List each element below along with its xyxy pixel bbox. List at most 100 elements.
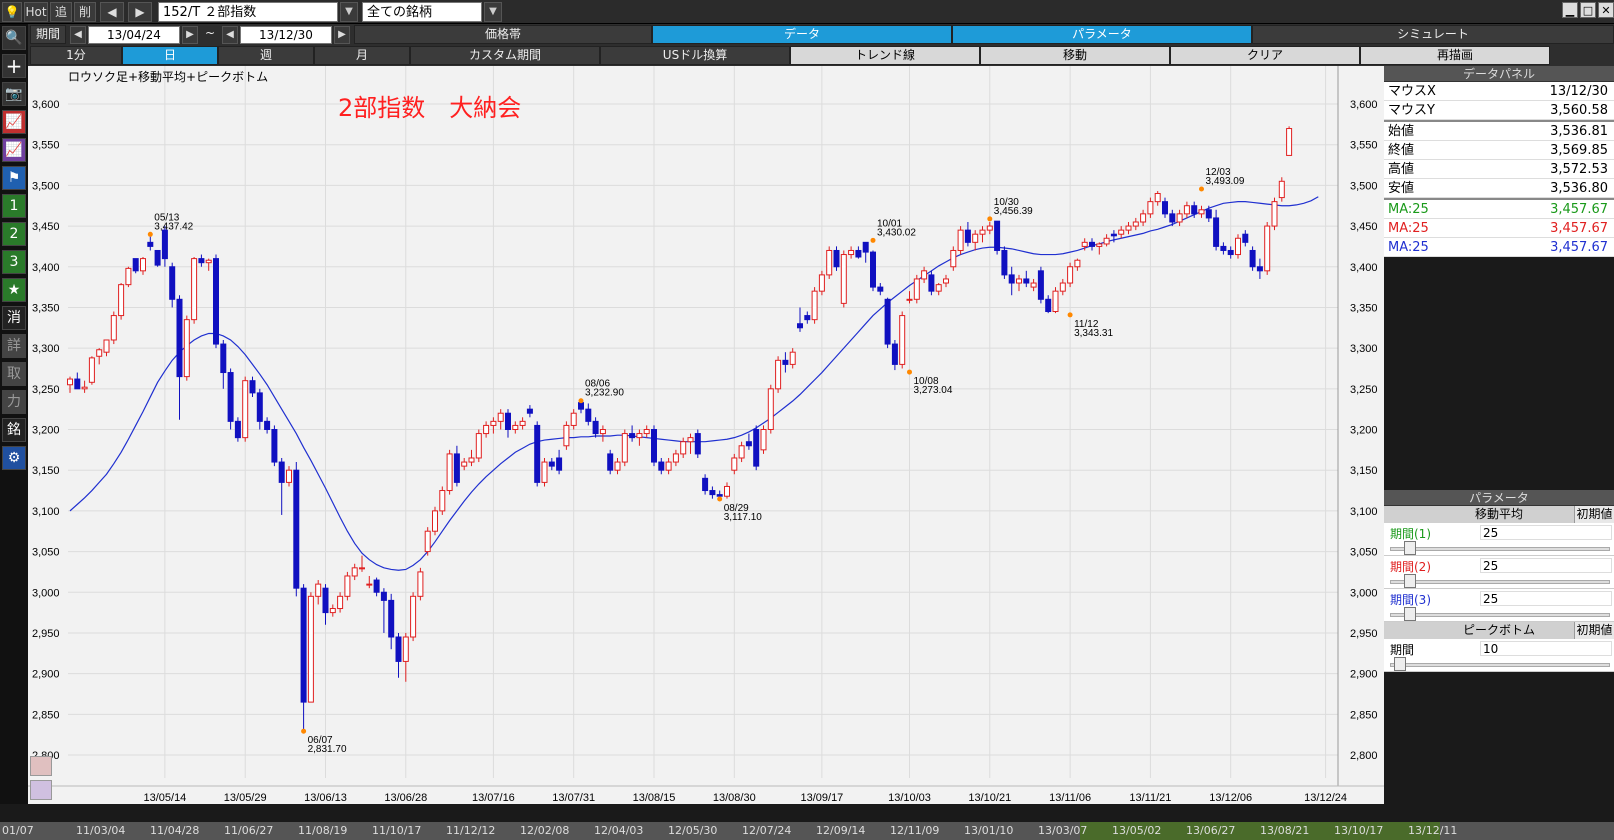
candle-body (1140, 213, 1147, 223)
stock-button[interactable]: 銘 (2, 418, 26, 442)
layout-2-button[interactable]: 2 (2, 222, 26, 246)
minimize-icon[interactable]: ▁ (1562, 2, 1578, 18)
open-value: 3,536.81 (1550, 124, 1608, 139)
peak-init-button[interactable]: 初期値 (1574, 622, 1614, 639)
hot-button[interactable]: Hot (24, 2, 48, 22)
high-label: 高値 (1388, 162, 1415, 177)
tab-data[interactable]: データ (652, 25, 952, 44)
move-button[interactable]: 移動 (980, 46, 1170, 65)
candle-body (716, 494, 723, 497)
to-next-icon[interactable]: ▶ (334, 26, 350, 44)
from-prev-icon[interactable]: ◀ (70, 26, 86, 44)
close-icon[interactable]: ✕ (1598, 2, 1614, 18)
period3-input[interactable]: 25 (1480, 591, 1612, 606)
layout-1-button[interactable]: 1 (2, 194, 26, 218)
trend-line-button[interactable]: トレンド線 (790, 46, 980, 65)
search-icon[interactable]: 🔍 (2, 26, 26, 50)
mini-chart-purple-icon[interactable] (30, 780, 52, 800)
candle-body (461, 461, 468, 467)
flag-icon[interactable]: ⚑ (2, 166, 26, 190)
star-icon[interactable]: ★ (2, 278, 26, 302)
maximize-icon[interactable]: □ (1580, 2, 1596, 18)
candle-body (957, 229, 964, 251)
add-button[interactable]: 追 (50, 2, 72, 22)
candle-body (1008, 274, 1015, 284)
period3-param: 期間(3) 25 (1384, 589, 1614, 622)
tilde-label: ~ (204, 26, 216, 40)
from-next-icon[interactable]: ▶ (182, 26, 198, 44)
y-tick-label-right: 3,350 (1350, 302, 1378, 314)
chart-subtitle: ロウソク足+移動平均+ピークボトム (68, 70, 269, 84)
ma3-label: MA:25 (1388, 240, 1429, 255)
period2-slider-thumb[interactable] (1404, 574, 1416, 588)
candle-body (789, 351, 796, 365)
timeline-date-label: 12/09/14 (816, 824, 866, 837)
candle-body (578, 402, 584, 410)
erase-button[interactable]: 消 (2, 306, 26, 330)
timeline-date-label: 12/11/09 (890, 824, 940, 837)
code-dropdown-icon[interactable]: ▼ (340, 2, 358, 22)
candle-body (402, 636, 409, 662)
candlestick-chart[interactable]: 2,8002,8002,8502,8502,9002,9002,9502,950… (28, 66, 1384, 804)
chart-area[interactable]: 2,8002,8002,8502,8502,9002,9002,9502,950… (28, 66, 1384, 804)
tab-daily[interactable]: 日 (122, 46, 218, 65)
y-tick-label-right: 2,800 (1350, 750, 1378, 762)
clear-button[interactable]: クリア (1170, 46, 1360, 65)
candle-body (607, 453, 614, 471)
peak-slider-track[interactable] (1390, 663, 1610, 667)
delete-button[interactable]: 削 (74, 2, 96, 22)
from-date-field[interactable]: 13/04/24 (88, 26, 180, 44)
prev-arrow-icon[interactable]: ◀ (100, 2, 124, 22)
tab-parameter[interactable]: パラメータ (952, 25, 1252, 44)
candle-body (424, 530, 431, 553)
to-prev-icon[interactable]: ◀ (222, 26, 238, 44)
tab-simulate[interactable]: シミュレート (1252, 25, 1614, 44)
tab-custom-period[interactable]: カスタム期間 (410, 46, 600, 65)
candle-body (855, 249, 862, 258)
window-controls: ▁ □ ✕ (1560, 2, 1614, 18)
tab-price-band[interactable]: 価格帯 (354, 25, 652, 44)
plus-icon[interactable]: + (2, 54, 26, 78)
period3-slider-track[interactable] (1390, 613, 1610, 617)
next-arrow-icon[interactable]: ▶ (128, 2, 152, 22)
candle-body (548, 461, 555, 467)
candle-body (848, 249, 855, 256)
candle-body (417, 571, 424, 597)
period1-input[interactable]: 25 (1480, 525, 1612, 540)
code-field[interactable]: 152/T ２部指数 (158, 2, 338, 22)
candle-body (979, 229, 986, 235)
period2-input[interactable]: 25 (1480, 558, 1612, 573)
candle-body (1147, 201, 1154, 215)
power-button[interactable]: 力 (2, 390, 26, 414)
camera-icon[interactable]: 📷 (2, 82, 26, 106)
tab-1min[interactable]: 1分 (30, 46, 122, 65)
filter-dropdown-icon[interactable]: ▼ (484, 2, 502, 22)
redraw-button[interactable]: 再描画 (1360, 46, 1550, 65)
mini-chart-red-icon[interactable] (30, 756, 52, 776)
period3-slider-thumb[interactable] (1404, 607, 1416, 621)
chart-red-icon[interactable]: 📈 (2, 110, 26, 134)
chart-purple-icon[interactable]: 📈 (2, 138, 26, 162)
trade-button[interactable]: 取 (2, 362, 26, 386)
period2-param: 期間(2) 25 (1384, 556, 1614, 589)
tab-usd[interactable]: USドル換算 (600, 46, 790, 65)
candle-body (1103, 237, 1110, 245)
ma-init-button[interactable]: 初期値 (1574, 506, 1614, 523)
to-date-field[interactable]: 13/12/30 (240, 26, 332, 44)
filter-field[interactable]: 全ての銘柄 (362, 2, 482, 22)
peak-slider-thumb[interactable] (1394, 657, 1406, 671)
period1-slider-track[interactable] (1390, 547, 1610, 551)
bulb-icon[interactable]: 💡 (2, 2, 22, 22)
peak-period-input[interactable]: 10 (1480, 641, 1612, 656)
detail-button[interactable]: 詳 (2, 334, 26, 358)
tab-weekly[interactable]: 週 (218, 46, 314, 65)
period2-slider-track[interactable] (1390, 580, 1610, 584)
ma-section-header: 移動平均 初期値 (1384, 506, 1614, 523)
period1-slider-thumb[interactable] (1404, 541, 1416, 555)
candle-body (1235, 237, 1241, 256)
y-tick-label-right: 3,100 (1350, 506, 1378, 518)
candle-body (1227, 249, 1234, 256)
tab-monthly[interactable]: 月 (314, 46, 410, 65)
gear-icon[interactable]: ⚙ (2, 446, 26, 470)
layout-3-button[interactable]: 3 (2, 250, 26, 274)
